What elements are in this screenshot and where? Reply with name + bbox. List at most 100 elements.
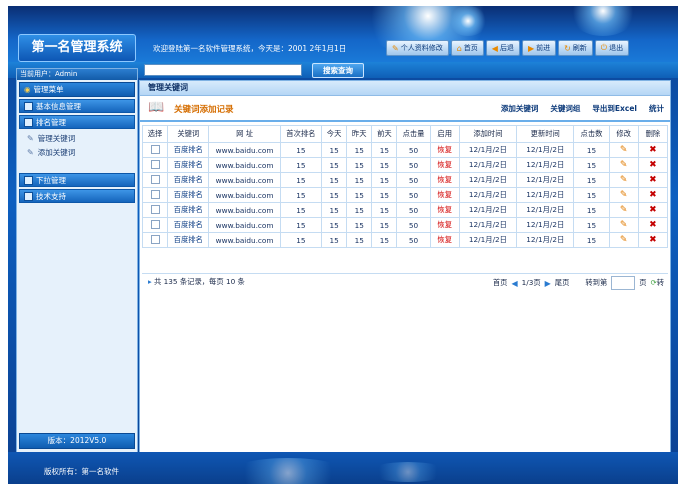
last-page-link[interactable]: 尾页 <box>555 278 570 288</box>
header-glow <box>448 6 488 36</box>
edit-cell[interactable]: ✎ <box>608 202 639 218</box>
delete-icon[interactable]: ✖ <box>649 145 657 155</box>
delete-icon[interactable]: ✖ <box>649 175 657 185</box>
delete-icon[interactable]: ✖ <box>649 160 657 170</box>
edit-icon[interactable]: ✎ <box>620 190 628 200</box>
edit-icon[interactable]: ✎ <box>620 205 628 215</box>
menu-title[interactable]: ◉ 管理菜单 <box>19 82 135 97</box>
status-cell[interactable]: 恢复 <box>429 187 460 203</box>
added-time-cell: 12/1月/2日 <box>458 142 518 158</box>
prev-page-icon[interactable]: ◀ <box>511 279 517 288</box>
export-excel-link[interactable]: 导出到Excel <box>592 103 637 114</box>
edit-cell[interactable]: ✎ <box>608 232 639 248</box>
today-cell: 15 <box>321 232 348 248</box>
row-checkbox-cell[interactable] <box>141 187 169 203</box>
keyword-cell[interactable]: 百度排名 <box>167 232 210 248</box>
sidebar-item-dropdown[interactable]: 下拉管理 <box>19 173 135 187</box>
sidebar-subitem-label: 添加关键词 <box>37 147 76 157</box>
home-button[interactable]: ⌂ 首页 <box>450 40 484 56</box>
edit-icon[interactable]: ✎ <box>620 145 628 155</box>
edit-cell[interactable]: ✎ <box>608 157 639 173</box>
status-cell[interactable]: 恢复 <box>429 232 460 248</box>
row-checkbox-cell[interactable] <box>141 172 169 188</box>
delete-icon[interactable]: ✖ <box>649 205 657 215</box>
delete-cell[interactable]: ✖ <box>637 142 669 158</box>
next-page-icon[interactable]: ▶ <box>545 279 551 288</box>
row-checkbox[interactable] <box>150 219 160 229</box>
day-before-cell: 15 <box>371 187 398 203</box>
row-checkbox-cell[interactable] <box>141 232 169 248</box>
row-checkbox[interactable] <box>150 204 160 214</box>
sidebar-subitem-add-keywords[interactable]: ✎ 添加关键词 <box>17 145 137 159</box>
forward-button[interactable]: ▶ 前进 <box>521 40 557 56</box>
stats-link[interactable]: 统计 <box>649 103 664 114</box>
status-cell[interactable]: 恢复 <box>429 142 460 158</box>
row-checkbox-cell[interactable] <box>141 157 169 173</box>
refresh-button[interactable]: ↻ 刷新 <box>558 40 593 56</box>
row-checkbox-cell[interactable] <box>141 142 169 158</box>
row-checkbox[interactable] <box>150 144 160 154</box>
pager-info: ▸ 共 135 条记录，每页 10 条 <box>148 277 245 287</box>
keyword-cell[interactable]: 百度排名 <box>167 217 210 233</box>
clicks-cell: 50 <box>396 172 431 188</box>
status-cell[interactable]: 恢复 <box>429 217 460 233</box>
updated-time-cell: 12/1月/2日 <box>516 142 575 158</box>
edit-icon[interactable]: ✎ <box>620 175 628 185</box>
search-button[interactable]: 搜索查询 <box>312 63 364 78</box>
col-header: 点击量 <box>396 125 431 143</box>
go-button[interactable]: ⟳转 <box>651 278 664 288</box>
status-cell[interactable]: 恢复 <box>429 202 460 218</box>
search-input[interactable] <box>144 64 302 76</box>
delete-icon[interactable]: ✖ <box>649 190 657 200</box>
added-time-cell: 12/1月/2日 <box>458 187 518 203</box>
keyword-cell[interactable]: 百度排名 <box>167 187 210 203</box>
delete-cell[interactable]: ✖ <box>637 202 669 218</box>
back-button[interactable]: ◀ 后退 <box>485 40 520 56</box>
first-page-link[interactable]: 首页 <box>493 278 508 288</box>
yesterday-cell: 15 <box>346 172 373 188</box>
edit-icon[interactable]: ✎ <box>620 220 628 230</box>
keyword-cell[interactable]: 百度排名 <box>167 142 210 158</box>
row-checkbox[interactable] <box>150 234 160 244</box>
status-cell[interactable]: 恢复 <box>429 157 460 173</box>
row-checkbox[interactable] <box>150 174 160 184</box>
edit-cell[interactable]: ✎ <box>608 142 639 158</box>
forward-label: 前进 <box>536 44 551 52</box>
keyword-cell[interactable]: 百度排名 <box>167 157 210 173</box>
delete-cell[interactable]: ✖ <box>637 172 669 188</box>
row-checkbox-cell[interactable] <box>141 217 169 233</box>
delete-cell[interactable]: ✖ <box>637 217 669 233</box>
edit-cell[interactable]: ✎ <box>608 187 639 203</box>
logout-button[interactable]: ⏻ 退出 <box>594 40 630 56</box>
delete-cell[interactable]: ✖ <box>637 157 669 173</box>
logout-label: 退出 <box>609 44 624 52</box>
profile-button[interactable]: ✎ 个人资料修改 <box>386 40 449 56</box>
delete-icon[interactable]: ✖ <box>649 235 657 245</box>
sidebar-item-support[interactable]: 技术支持 <box>19 189 135 203</box>
edit-cell[interactable]: ✎ <box>608 172 639 188</box>
today-cell: 15 <box>321 172 348 188</box>
sidebar-item-ranking[interactable]: 排名管理 <box>19 115 135 129</box>
row-checkbox[interactable] <box>150 159 160 169</box>
col-header: 今天 <box>321 125 348 143</box>
col-header: 删除 <box>637 125 669 143</box>
keyword-group-link[interactable]: 关键词组 <box>550 103 580 114</box>
delete-cell[interactable]: ✖ <box>637 187 669 203</box>
header: 第一名管理系统 欢迎登陆第一名软件管理系统，今天是：2001 2年1月1日 ✎ 个… <box>8 6 678 62</box>
add-keyword-link[interactable]: 添加关键词 <box>501 103 539 114</box>
clicks-cell: 50 <box>396 217 431 233</box>
row-checkbox-cell[interactable] <box>141 202 169 218</box>
edit-icon[interactable]: ✎ <box>620 160 628 170</box>
status-cell[interactable]: 恢复 <box>429 172 460 188</box>
edit-cell[interactable]: ✎ <box>608 217 639 233</box>
page-number-input[interactable] <box>611 276 636 290</box>
delete-icon[interactable]: ✖ <box>649 220 657 230</box>
edit-icon[interactable]: ✎ <box>620 235 628 245</box>
keyword-cell[interactable]: 百度排名 <box>167 172 210 188</box>
keyword-cell[interactable]: 百度排名 <box>167 202 210 218</box>
delete-cell[interactable]: ✖ <box>637 232 669 248</box>
sidebar-item-basic-info[interactable]: 基本信息管理 <box>19 99 135 113</box>
pager-info-text: 共 135 条记录，每页 10 条 <box>153 277 245 286</box>
sidebar-subitem-manage-keywords[interactable]: ✎ 管理关键词 <box>17 131 137 145</box>
row-checkbox[interactable] <box>150 189 160 199</box>
